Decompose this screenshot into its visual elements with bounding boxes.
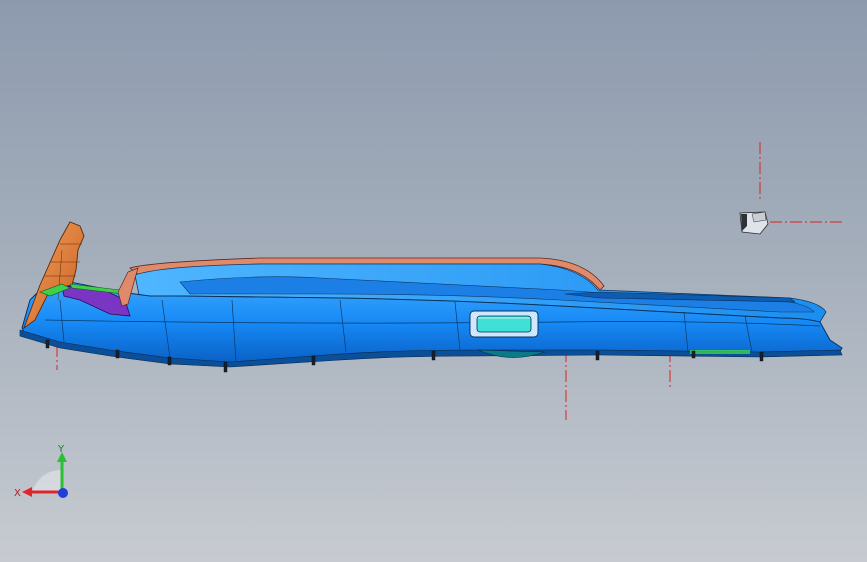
orientation-triad[interactable]: Y X (10, 440, 80, 510)
tray-model[interactable] (19, 221, 843, 373)
clip-part[interactable] (739, 211, 769, 235)
x-axis-label: X (14, 488, 21, 499)
triad-plane-icon (32, 470, 62, 492)
z-axis-dot (58, 488, 68, 498)
vent-grille[interactable] (469, 310, 539, 338)
cad-viewport[interactable]: Y X (0, 0, 867, 562)
model-canvas[interactable] (0, 0, 867, 562)
y-axis-label: Y (57, 444, 65, 455)
